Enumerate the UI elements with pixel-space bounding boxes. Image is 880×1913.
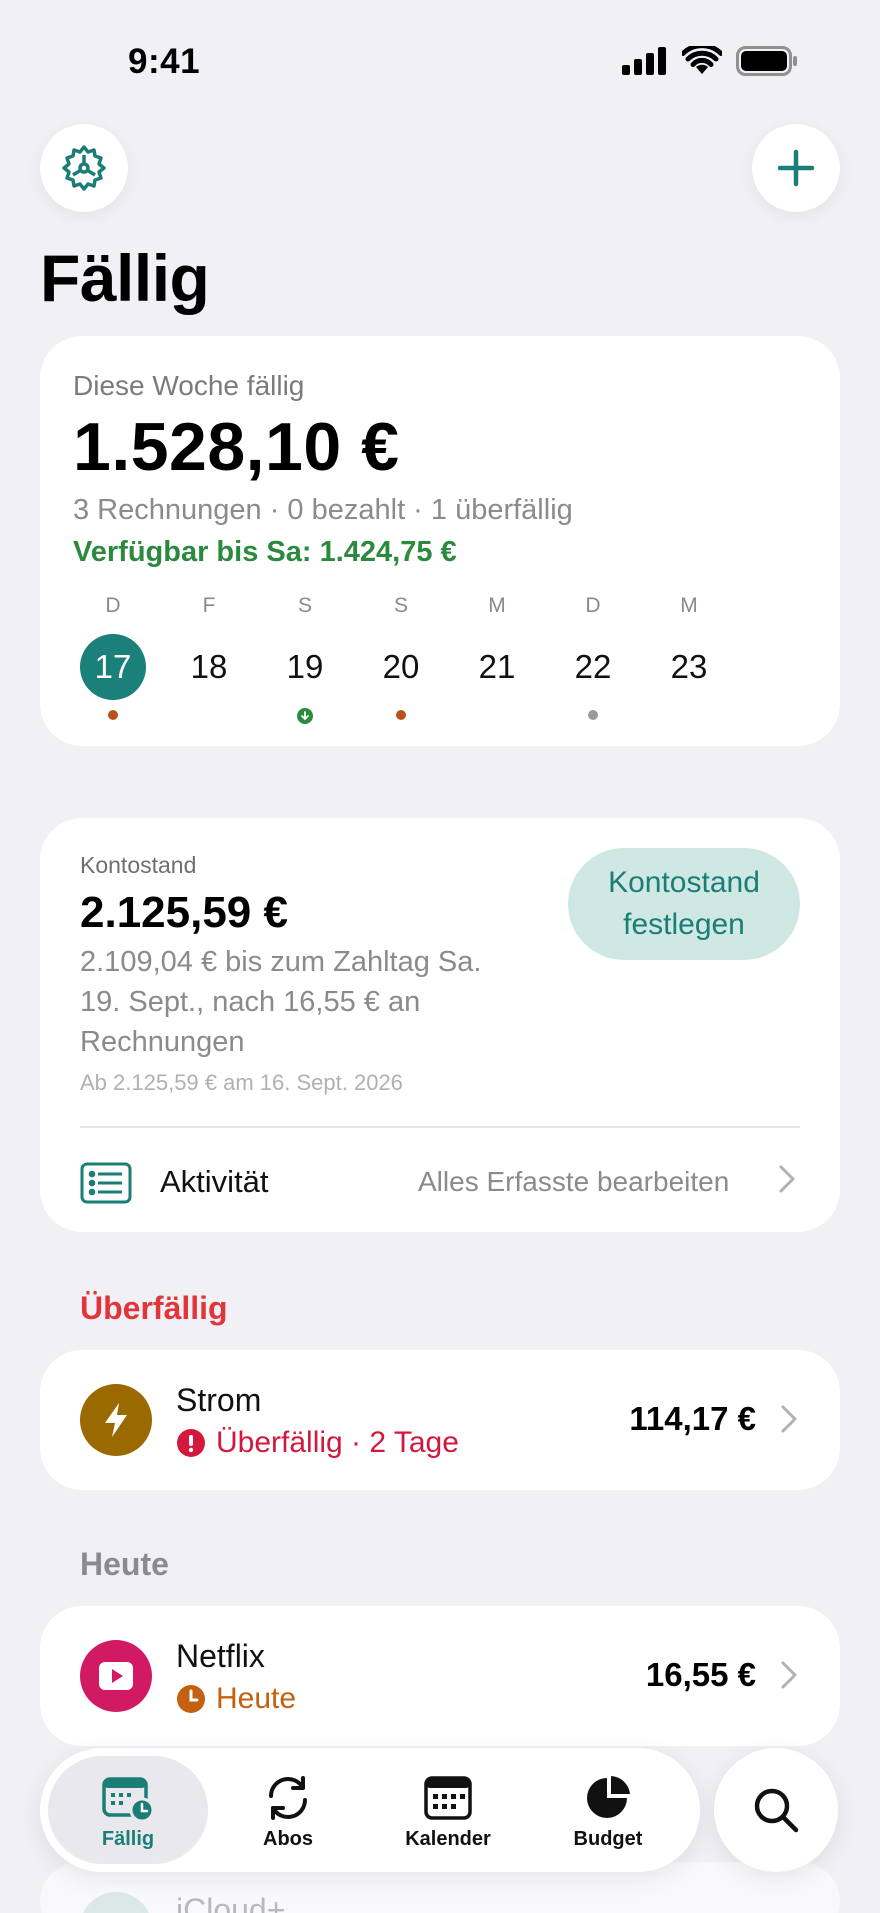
bill-dot — [396, 710, 406, 720]
day-number: 19 — [286, 648, 324, 685]
tab-label: Fällig — [101, 1828, 155, 1850]
day-item[interactable]: F 18 — [169, 594, 249, 700]
pie-chart-icon — [587, 1776, 630, 1818]
today-section-title: Heute — [80, 1546, 169, 1582]
bill-row-netflix[interactable]: Netflix Heute 16,55 € — [40, 1606, 840, 1746]
day-item[interactable]: S 19 — [265, 594, 345, 724]
chevron-right-icon — [780, 1404, 798, 1439]
plus-icon — [777, 149, 815, 187]
signal-icon — [622, 47, 666, 75]
day-letter: M — [488, 594, 506, 617]
tab-abos[interactable]: Abos — [208, 1756, 368, 1864]
available-amount: Verfügbar bis Sa: 1.424,75 € — [73, 536, 457, 568]
bill-amount: 114,17 € — [629, 1400, 756, 1437]
divider — [80, 1126, 800, 1128]
tab-kalender[interactable]: Kalender — [368, 1756, 528, 1864]
day-letter: S — [297, 594, 312, 617]
set-balance-button[interactable]: Kontostand festlegen — [568, 848, 800, 960]
edit-all-link[interactable]: Alles Erfasste bearbeiten — [418, 1166, 729, 1198]
page-title: Fällig — [40, 241, 210, 315]
list-icon — [80, 1162, 132, 1209]
overdue-section-title: Überfällig — [80, 1290, 228, 1326]
income-arrow-icon — [297, 708, 313, 724]
bill-dot — [108, 710, 118, 720]
day-letter: S — [393, 594, 408, 617]
tab-label: Abos — [263, 1828, 313, 1850]
day-number: 17 — [80, 634, 146, 700]
day-number: 18 — [190, 648, 228, 685]
chevron-right-icon — [778, 1164, 796, 1199]
bill-name: Netflix — [176, 1638, 265, 1674]
day-number: 22 — [574, 648, 612, 685]
week-total-amount: 1.528,10 € — [73, 409, 400, 485]
day-item[interactable]: S 20 — [361, 594, 441, 720]
day-item[interactable]: D 22 — [553, 594, 633, 720]
settings-button[interactable] — [40, 124, 128, 212]
week-due-card: Diese Woche fällig 1.528,10 € 3 Rechnung… — [40, 336, 840, 746]
bill-dot — [588, 710, 598, 720]
day-letter: F — [202, 594, 216, 617]
week-day-strip: D 17 F 18 S 19 S 20 M 21 D 22 M 23 — [73, 594, 707, 734]
tab-budget[interactable]: Budget — [528, 1756, 688, 1864]
week-label: Diese Woche fällig — [73, 370, 305, 401]
day-item[interactable]: D 17 — [73, 594, 153, 720]
day-item[interactable]: M 21 — [457, 594, 537, 700]
day-letter: D — [585, 594, 601, 617]
chevron-right-icon — [780, 1660, 798, 1695]
activity-label[interactable]: Aktivität — [160, 1164, 269, 1200]
bill-status: Überfällig · 2 Tage — [176, 1426, 459, 1460]
calendar-clock-icon — [102, 1777, 155, 1822]
day-letter: M — [680, 594, 698, 617]
tab-label: Budget — [573, 1828, 643, 1850]
bill-status: Heute — [176, 1682, 296, 1716]
day-number: 20 — [382, 648, 420, 685]
bill-amount: 16,55 € — [645, 1656, 756, 1693]
bill-status-text: Überfällig · 2 Tage — [216, 1426, 459, 1459]
balance-since: Ab 2.125,59 € am 16. Sept. 2026 — [80, 1070, 403, 1095]
balance-amount: 2.125,59 € — [80, 888, 288, 937]
bill-name: Strom — [176, 1382, 262, 1418]
status-icons — [622, 46, 798, 76]
tab-bar: Fällig Abos Kalender Budget — [40, 1748, 700, 1872]
status-time: 9:41 — [128, 42, 201, 81]
balance-detail: 2.109,04 € bis zum Zahltag Sa. 19. Sept.… — [80, 946, 482, 1058]
add-button[interactable] — [752, 124, 840, 212]
alert-icon — [177, 1429, 205, 1457]
bill-row-strom[interactable]: Strom Überfällig · 2 Tage 114,17 € — [40, 1350, 840, 1490]
day-letter: D — [105, 594, 121, 617]
bill-name: iCloud+ — [176, 1892, 286, 1913]
day-item[interactable]: M 23 — [649, 594, 729, 700]
tab-label: Kalender — [405, 1828, 491, 1850]
clock-icon — [177, 1685, 205, 1713]
battery-icon — [736, 46, 797, 76]
balance-card: Kontostand 2.125,59 € 2.109,04 € bis zum… — [40, 818, 840, 1232]
play-icon — [80, 1640, 152, 1712]
week-summary: 3 Rechnungen · 0 bezahlt · 1 überfällig — [73, 494, 573, 526]
bill-status-text: Heute — [216, 1682, 297, 1715]
search-button[interactable] — [714, 1748, 838, 1872]
balance-label: Kontostand — [80, 852, 197, 878]
day-number: 21 — [478, 648, 516, 685]
wifi-icon — [682, 46, 722, 74]
calendar-icon — [424, 1776, 472, 1820]
day-number: 23 — [670, 648, 708, 685]
gear-icon — [62, 145, 106, 191]
search-icon — [754, 1788, 799, 1833]
tab-faellig[interactable]: Fällig — [48, 1756, 208, 1864]
refresh-icon — [269, 1776, 307, 1820]
bolt-icon — [80, 1384, 152, 1456]
